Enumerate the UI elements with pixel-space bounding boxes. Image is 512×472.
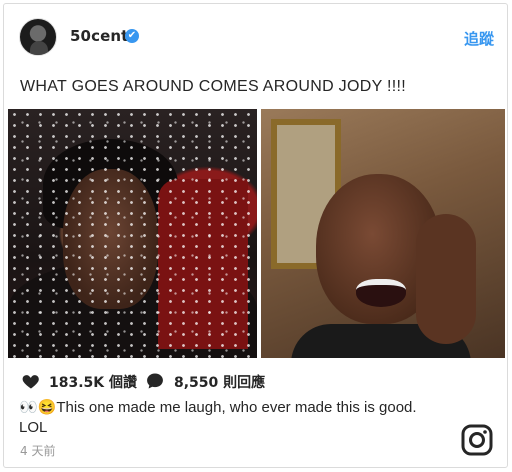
caption-text: This one made me laugh, who ever made th… [19,399,417,436]
follow-button[interactable]: 追蹤 [464,28,494,49]
post-caption: 👀😆This one made me laugh, who ever made … [19,398,449,438]
likes-label: 個讚 [109,375,138,391]
instagram-embed-card: 50cent ✔ 追蹤 WHAT GOES AROUND COMES AROUN… [3,3,508,468]
post-timestamp[interactable]: 4 天前 [20,442,55,459]
meme-right-panel [261,109,505,358]
post-actions: 183.5K 個讚 8,550 則回應 [4,368,507,394]
post-header: 50cent ✔ 追蹤 [4,4,507,66]
heart-icon[interactable] [21,371,41,391]
comment-bubble-icon[interactable] [145,371,165,391]
comments-number: 8,550 [174,375,219,391]
instagram-logo-icon[interactable] [461,424,493,456]
meme-left-panel [8,109,257,358]
verified-badge-icon: ✔ [125,29,139,43]
comments-label: 則回應 [223,375,266,391]
username-link[interactable]: 50cent [70,27,128,45]
post-headline-text: WHAT GOES AROUND COMES AROUND JODY !!!! [20,78,406,95]
profile-avatar[interactable] [19,18,57,56]
comments-count: 8,550 則回應 [174,372,265,392]
likes-number: 183.5K [49,375,105,391]
caption-emoji: 👀😆 [19,399,57,416]
likes-count: 183.5K 個讚 [49,372,137,392]
post-image[interactable] [4,109,507,358]
